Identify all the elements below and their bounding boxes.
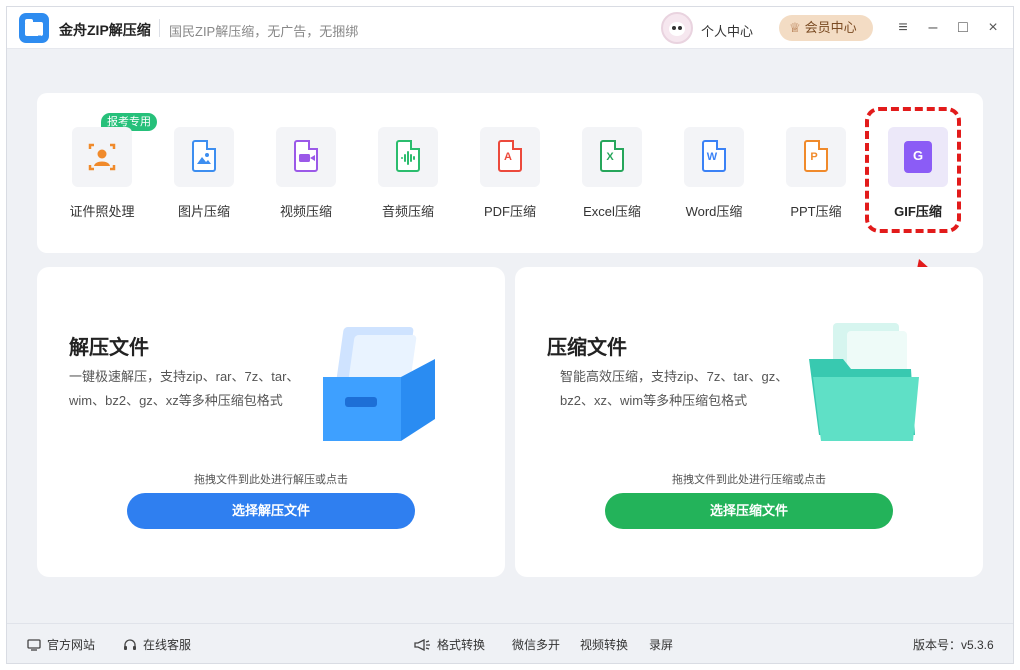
select-compress-file-button[interactable]: 选择压缩文件 [605,493,893,529]
version-label: 版本号：v5.3.6 [913,638,994,652]
ppt-icon: P [786,127,846,187]
extract-hint: 拖拽文件到此处进行解压或点击 [194,474,348,486]
extract-title: 解压文件 [69,337,149,359]
tool-audio-compress[interactable]: 音频压缩 [363,127,453,227]
app-title: 金舟ZIP解压缩 [59,22,151,38]
headset-icon [124,639,136,650]
tools-panel: 报考专用 证件照处理 图片压缩 视频压缩 音频压缩 A PDF压缩 X Exce… [37,93,983,253]
tool-label: Word压缩 [685,204,743,219]
title-divider [159,19,160,37]
tool-label: PDF压缩 [483,204,536,219]
word-icon: W [684,127,744,187]
excel-glyph: X [606,151,614,163]
tool-label: PPT压缩 [790,204,842,219]
pdf-glyph: A [504,151,512,163]
app-window: ZIP 金舟ZIP解压缩 国民ZIP解压缩，无广告，无捆绑 个人中心 ♕ 会员中心… [6,6,1014,664]
id-photo-icon [72,127,132,187]
word-glyph: W [706,151,718,163]
online-service-link[interactable]: 在线客服 [123,636,191,653]
video-convert-link[interactable]: 视频转换 [580,636,628,653]
service-label: 在线客服 [143,638,192,652]
user-center-link[interactable]: 个人中心 [701,21,753,40]
tool-ppt-compress[interactable]: P PPT压缩 [771,127,861,227]
tool-label: 证件照处理 [69,204,135,219]
tool-pdf-compress[interactable]: A PDF压缩 [465,127,555,227]
extract-description: 一键极速解压，支持zip、rar、7z、tar、wim、bz2、gz、xz等多种… [69,369,300,408]
vip-center-label: 会员中心 [804,20,857,35]
crown-icon: ♕ [789,20,801,35]
image-icon [174,127,234,187]
tool-label: Excel压缩 [583,204,641,219]
official-website-link[interactable]: 官方网站 [27,636,95,653]
compress-hint: 拖拽文件到此处进行压缩或点击 [672,474,826,486]
gif-highlight-frame [865,107,961,233]
format-convert-link[interactable]: 格式转换 [413,636,485,653]
format-convert-label: 格式转换 [437,638,486,652]
compress-title: 压缩文件 [547,337,627,359]
audio-icon [378,127,438,187]
screen-record-link[interactable]: 录屏 [649,636,673,653]
tool-id-photo[interactable]: 证件照处理 [57,127,147,227]
vip-center-button[interactable]: ♕ 会员中心 [779,15,873,41]
menu-icon[interactable]: ≡ [892,17,914,39]
tool-word-compress[interactable]: W Word压缩 [669,127,759,227]
select-extract-file-button[interactable]: 选择解压文件 [127,493,415,529]
close-icon[interactable]: × [982,17,1004,39]
tool-video-compress[interactable]: 视频压缩 [261,127,351,227]
app-logo-icon: ZIP [19,13,49,43]
minimize-icon[interactable]: – [922,17,944,39]
title-bar: ZIP 金舟ZIP解压缩 国民ZIP解压缩，无广告，无捆绑 个人中心 ♕ 会员中心… [7,7,1013,49]
monitor-icon [27,639,41,651]
wechat-multi-link[interactable]: 微信多开 [512,636,560,653]
megaphone-icon [414,639,430,651]
tool-image-compress[interactable]: 图片压缩 [159,127,249,227]
app-subtitle: 国民ZIP解压缩，无广告，无捆绑 [169,24,359,39]
extract-card[interactable]: 解压文件 一键极速解压，支持zip、rar、7z、tar、wim、bz2、gz、… [37,267,505,577]
avatar[interactable] [661,12,693,44]
pdf-icon: A [480,127,540,187]
maximize-icon[interactable]: □ [952,17,974,39]
tool-excel-compress[interactable]: X Excel压缩 [567,127,657,227]
folder-illustration [809,323,919,441]
excel-icon: X [582,127,642,187]
tool-label: 图片压缩 [177,204,230,219]
website-label: 官方网站 [47,638,96,652]
compress-description: 智能高效压缩，支持zip、7z、tar、gz、bz2、xz、wim等多种压缩包格… [560,369,789,408]
status-bar: 官方网站 在线客服 格式转换 微信多开 视频转换 录屏 版本号：v5.3.6 [7,623,1013,663]
drawer-illustration [323,327,435,441]
video-icon [276,127,336,187]
tool-label: 音频压缩 [381,204,434,219]
tool-label: 视频压缩 [279,204,332,219]
compress-card[interactable]: 压缩文件 智能高效压缩，支持zip、7z、tar、gz、bz2、xz、wim等多… [515,267,983,577]
ppt-glyph: P [810,151,818,163]
